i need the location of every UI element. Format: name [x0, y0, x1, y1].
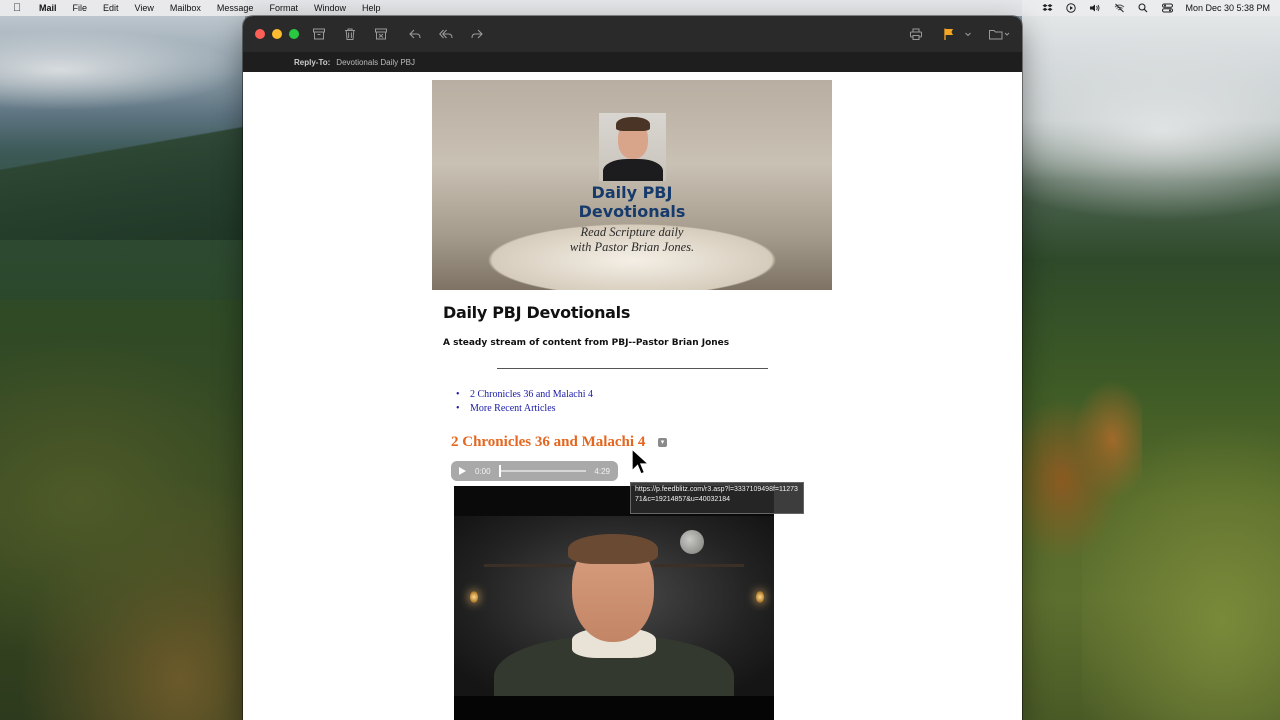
flag-button[interactable]	[941, 26, 957, 42]
mouse-pointer-icon	[631, 448, 650, 475]
forward-icon	[471, 29, 483, 39]
more-articles-link[interactable]: More Recent Articles	[470, 403, 556, 414]
print-button[interactable]	[908, 26, 924, 42]
green-hill	[1082, 420, 1280, 720]
wifi-off-icon[interactable]	[1113, 3, 1125, 13]
desktop-wallpaper-right	[1022, 0, 1280, 720]
menu-mailbox[interactable]: Mailbox	[170, 3, 201, 13]
audio-current-time: 0:00	[475, 466, 491, 476]
article-links-list: 2 Chronicles 36 and Malachi 4 More Recen…	[456, 388, 593, 416]
folder-icon	[989, 30, 1010, 40]
menu-bar:  Mail File Edit View Mailbox Message Fo…	[0, 0, 1280, 16]
play-circle-icon[interactable]	[1065, 3, 1077, 13]
lamp-image	[756, 591, 764, 603]
message-body[interactable]: Daily PBJ Devotionals Read Scripture dai…	[243, 72, 1022, 720]
message-header: Reply-To: Devotionals Daily PBJ	[243, 52, 1022, 72]
link-options-icon[interactable]: ▾	[658, 438, 667, 447]
junk-icon	[375, 28, 387, 40]
reply-all-icon	[439, 29, 453, 39]
menu-app-mail[interactable]: Mail	[39, 3, 57, 13]
window-toolbar	[243, 16, 1022, 52]
banner-subtitle: Read Scripture daily with Pastor Brian J…	[432, 225, 832, 255]
audio-player[interactable]: 0:00 4:29	[451, 461, 618, 481]
reply-to-value[interactable]: Devotionals Daily PBJ	[336, 58, 415, 67]
newsletter-banner-image[interactable]: Daily PBJ Devotionals Read Scripture dai…	[432, 80, 832, 290]
audio-progress-slider[interactable]	[498, 465, 587, 477]
banner-title: Daily PBJ Devotionals	[432, 183, 832, 221]
article-title-link[interactable]: 2 Chronicles 36 and Malachi 4	[451, 434, 645, 451]
move-to-mailbox-button[interactable]	[988, 26, 1010, 42]
banner-subtitle-line1: Read Scripture daily	[580, 225, 684, 239]
menu-message[interactable]: Message	[217, 3, 254, 13]
flag-menu-button[interactable]	[963, 26, 973, 42]
window-controls	[255, 29, 299, 39]
reply-all-button[interactable]	[438, 26, 454, 42]
flag-icon	[944, 28, 953, 40]
banner-subtitle-line2: with Pastor Brian Jones.	[569, 240, 695, 254]
trash-icon	[345, 28, 355, 40]
article-link[interactable]: 2 Chronicles 36 and Malachi 4	[470, 389, 593, 400]
list-item: 2 Chronicles 36 and Malachi 4	[456, 388, 593, 402]
apple-menu-icon[interactable]: 	[13, 2, 29, 14]
status-area: Mon Dec 30 5:38 PM	[1041, 3, 1270, 13]
minimize-window-button[interactable]	[272, 29, 282, 39]
link-url-tooltip: https://p.feedblitz.com/r3.asp?l=3337109…	[630, 482, 804, 514]
banner-title-line2: Devotionals	[578, 202, 686, 221]
video-thumbnail[interactable]	[454, 486, 774, 720]
close-window-button[interactable]	[255, 29, 265, 39]
mail-message-window: Reply-To: Devotionals Daily PBJ Daily PB…	[243, 16, 1022, 720]
chevron-down-icon	[965, 32, 971, 37]
play-icon[interactable]	[459, 467, 466, 475]
divider	[497, 368, 768, 369]
printer-icon	[910, 28, 922, 40]
archive-button[interactable]	[311, 26, 327, 42]
pastor-portrait-image	[599, 113, 666, 181]
list-item: More Recent Articles	[456, 402, 593, 416]
desktop-wallpaper-left	[0, 0, 245, 720]
menu-help[interactable]: Help	[362, 3, 381, 13]
reply-to-label: Reply-To:	[294, 57, 331, 67]
delete-button[interactable]	[342, 26, 358, 42]
dropbox-icon[interactable]	[1041, 3, 1053, 13]
audio-scrubber[interactable]	[498, 465, 501, 477]
menu-view[interactable]: View	[135, 3, 154, 13]
banner-title-line1: Daily PBJ	[591, 183, 673, 202]
menu-window[interactable]: Window	[314, 3, 346, 13]
globe-image	[680, 530, 704, 554]
menu-format[interactable]: Format	[269, 3, 298, 13]
newsletter-title: Daily PBJ Devotionals	[443, 303, 631, 322]
zoom-window-button[interactable]	[289, 29, 299, 39]
junk-button[interactable]	[373, 26, 389, 42]
search-icon[interactable]	[1137, 3, 1149, 13]
reply-button[interactable]	[407, 26, 423, 42]
volume-icon[interactable]	[1089, 3, 1101, 13]
forward-button[interactable]	[469, 26, 485, 42]
mountain-ridge	[0, 120, 245, 240]
newsletter-tagline: A steady stream of content from PBJ--Pas…	[443, 338, 730, 348]
audio-duration: 4:29	[594, 466, 610, 476]
lamp-image	[470, 591, 478, 603]
forest-hills	[0, 300, 245, 720]
menu-edit[interactable]: Edit	[103, 3, 119, 13]
control-center-icon[interactable]	[1161, 3, 1173, 13]
reply-icon	[409, 29, 421, 39]
menu-file[interactable]: File	[73, 3, 88, 13]
menubar-clock[interactable]: Mon Dec 30 5:38 PM	[1185, 3, 1270, 13]
archive-icon	[313, 28, 325, 40]
